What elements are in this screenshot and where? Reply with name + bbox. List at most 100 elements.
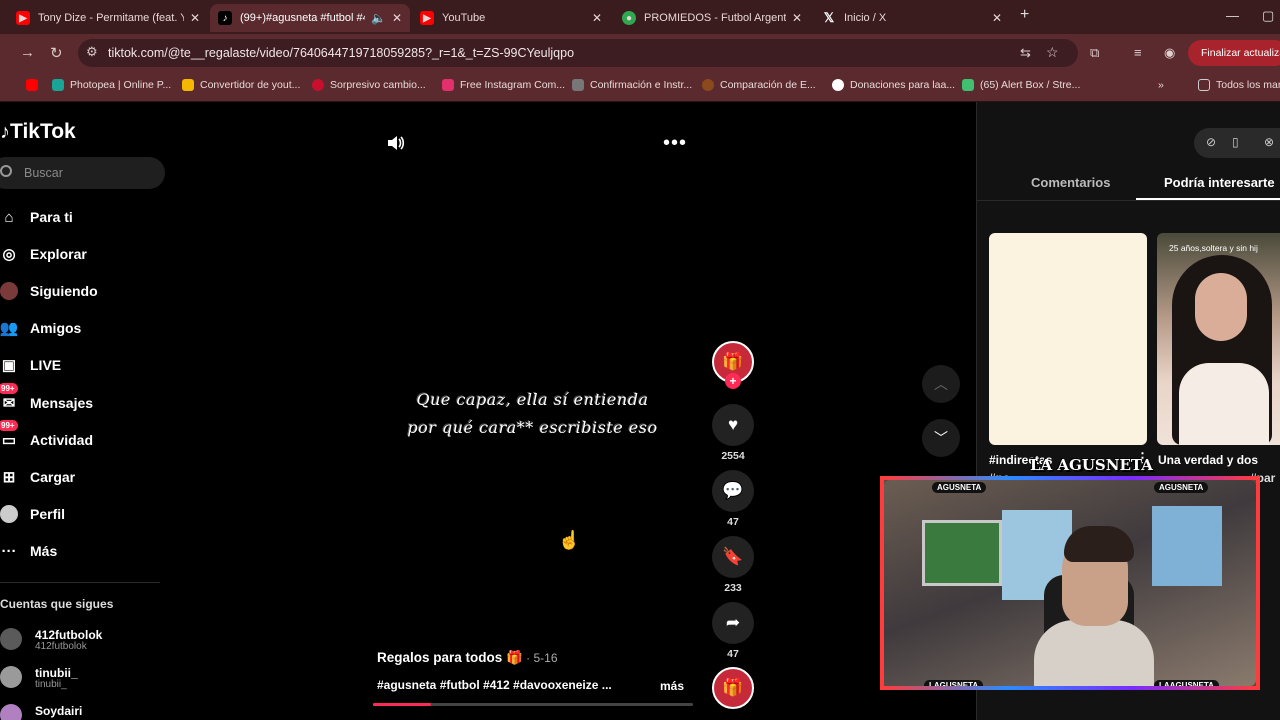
following-avatar-icon	[0, 282, 18, 300]
nav-siguiendo[interactable]: Siguiendo	[0, 279, 98, 303]
thumbnail-clothing	[1179, 363, 1269, 445]
youtube-icon	[26, 79, 38, 91]
video-progress-fill	[373, 703, 431, 706]
nav-mas[interactable]: ··· Más	[0, 539, 58, 563]
heart-icon: ♥	[712, 404, 754, 446]
bookmark-folder-all[interactable]: Todos los mar	[1198, 79, 1280, 91]
nav-actividad[interactable]: ▭ Actividad 99+	[0, 420, 93, 452]
news-icon	[312, 79, 324, 91]
browser-tab-youtube[interactable]: ▶ YouTube ✕	[412, 4, 610, 32]
panel-controls: ⊘ ▯ ⊗	[1194, 128, 1280, 158]
creator-avatar[interactable]: 🎁 +	[712, 341, 754, 389]
browser-tab-promiedos[interactable]: ● PROMIEDOS - Futbol Argentin ✕	[614, 4, 810, 32]
previous-video-button[interactable]: ︿	[922, 365, 960, 403]
close-panel-icon[interactable]: ⊗	[1264, 135, 1274, 149]
device-icon[interactable]: ▯	[1232, 135, 1239, 149]
close-tab-icon[interactable]: ✕	[392, 11, 402, 25]
close-tab-icon[interactable]: ✕	[792, 11, 802, 25]
maximize-icon[interactable]: ▢	[1262, 8, 1274, 24]
live-icon: ▣	[1, 357, 17, 374]
tiktok-icon: ♪	[218, 11, 232, 25]
expand-description-link[interactable]: más	[660, 679, 684, 693]
search-input[interactable]: Buscar	[0, 157, 165, 189]
close-tab-icon[interactable]: ✕	[592, 11, 602, 25]
bookmark-item[interactable]: Convertidor de yout...	[182, 79, 300, 91]
reading-list-icon[interactable]: ≡	[1134, 45, 1142, 60]
home-icon: ⌂	[4, 208, 14, 226]
save-button[interactable]: 🔖 233	[712, 536, 754, 594]
nav-para-ti[interactable]: ⌂ Para ti	[0, 205, 72, 229]
site-info-icon[interactable]: ⚙	[86, 44, 98, 60]
like-count: 2554	[721, 450, 745, 462]
suggested-video-card[interactable]	[989, 233, 1147, 445]
close-tab-icon[interactable]: ✕	[992, 11, 1002, 25]
bookmark-star-icon[interactable]: ☆	[1046, 44, 1059, 61]
reload-icon[interactable]: ↻	[50, 44, 63, 62]
suggested-video-card[interactable]: 25 años,soltera y sin hij	[1157, 233, 1280, 445]
youtube-icon: ▶	[420, 11, 434, 25]
bookmark-youtube[interactable]	[26, 79, 44, 91]
tiktok-handle-label: LAAGUSNETA	[1154, 680, 1219, 686]
browser-tab-x[interactable]: 𝕏 Inicio / X ✕	[814, 4, 1010, 32]
forward-icon[interactable]: →	[20, 44, 35, 61]
speaker-icon[interactable]: 🔈	[371, 11, 386, 25]
video-progress-bar[interactable]	[373, 703, 693, 706]
next-video-button[interactable]: ﹀	[922, 419, 960, 457]
bookmarks-bar: Photopea | Online P... Convertidor de yo…	[0, 72, 1280, 102]
share-icon: ➦	[712, 602, 754, 644]
nav-live[interactable]: ▣ LIVE	[0, 353, 61, 377]
link-icon	[572, 79, 584, 91]
video-hashtags[interactable]: #agusneta #futbol #412 #davooxeneize ...	[377, 678, 612, 692]
browser-tab-youtube-music[interactable]: ▶ Tony Dize - Permitame (feat. Ya ✕	[8, 4, 208, 32]
tab-separator	[976, 200, 1280, 201]
browser-tab-bar: ▶ Tony Dize - Permitame (feat. Ya ✕ ♪ (9…	[0, 0, 1280, 34]
la-agusneta-logo: LA AGUSNETA	[1030, 456, 1153, 474]
extensions-icon[interactable]: ⧉	[1090, 45, 1099, 61]
compass-icon[interactable]: ⊘	[1206, 135, 1216, 149]
music-disc-icon: 🎁	[712, 667, 754, 709]
nav-perfil[interactable]: Perfil	[0, 502, 65, 526]
tiktok-logo[interactable]: ♪TikTok	[0, 120, 76, 144]
following-section-title: Cuentas que sigues	[0, 597, 114, 611]
url-text[interactable]: tiktok.com/@te__regalaste/video/76406447…	[108, 46, 574, 60]
follow-plus-icon[interactable]: +	[725, 373, 741, 389]
comment-icon: 💬	[712, 470, 754, 512]
bookmarks-overflow-icon[interactable]: »	[1158, 79, 1164, 91]
update-button[interactable]: Finalizar actualiza	[1188, 40, 1280, 66]
avatar	[0, 666, 22, 688]
bookmark-item[interactable]: Confirmación e Instr...	[572, 79, 692, 91]
volume-icon[interactable]	[386, 133, 406, 153]
bookmark-item[interactable]: Free Instagram Com...	[442, 79, 565, 91]
bookmark-item[interactable]: Sorpresivo cambio...	[312, 79, 426, 91]
comment-button[interactable]: 💬 47	[712, 470, 754, 528]
close-tab-icon[interactable]: ✕	[190, 11, 200, 25]
like-button[interactable]: ♥ 2554	[712, 404, 754, 462]
share-button[interactable]: ➦ 47	[712, 602, 754, 660]
nav-mensajes[interactable]: ✉ Mensajes 99+	[0, 383, 93, 415]
bookmark-item[interactable]: Photopea | Online P...	[52, 79, 171, 91]
new-tab-icon[interactable]: +	[1020, 6, 1029, 24]
tab-podria-interesarte[interactable]: Podría interesarte	[1164, 175, 1275, 190]
profile-icon[interactable]: ◉	[1164, 45, 1175, 61]
upload-icon: ⊞	[2, 469, 16, 486]
tab-comentarios[interactable]: Comentarios	[1031, 175, 1110, 190]
sound-avatar[interactable]: 🎁	[712, 667, 754, 709]
minimize-icon[interactable]: —	[1226, 8, 1239, 23]
tiktok-logo-icon: ♪	[0, 121, 10, 143]
bookmark-item[interactable]: Donaciones para laa...	[832, 79, 955, 91]
nav-explorar[interactable]: ◎ Explorar	[0, 242, 86, 266]
youtube-handle-label: AGUSNETA	[1154, 482, 1209, 493]
activity-icon: ▭	[1, 432, 17, 449]
nav-amigos[interactable]: 👥 Amigos	[0, 316, 81, 340]
card-title[interactable]: Una verdad y dos	[1158, 453, 1258, 467]
streamer-webcam-overlay: AGUSNETA AGUSNETA LAGUSNETA LAAGUSNETA	[880, 476, 1260, 690]
bookmark-item[interactable]: Comparación de E...	[702, 79, 816, 91]
browser-tab-tiktok[interactable]: ♪ (99+)#agusneta #futbol #4 🔈 ✕	[210, 4, 410, 32]
bookmark-item[interactable]: (65) Alert Box / Stre...	[962, 79, 1080, 91]
save-count: 233	[724, 582, 742, 594]
more-options-icon[interactable]: •••	[663, 132, 687, 155]
translate-icon[interactable]: ⇆	[1020, 45, 1031, 61]
compass-icon: ◎	[2, 246, 16, 263]
omnibox[interactable]: ⚙ tiktok.com/@te__regalaste/video/764064…	[78, 39, 1078, 67]
nav-cargar[interactable]: ⊞ Cargar	[0, 465, 75, 489]
